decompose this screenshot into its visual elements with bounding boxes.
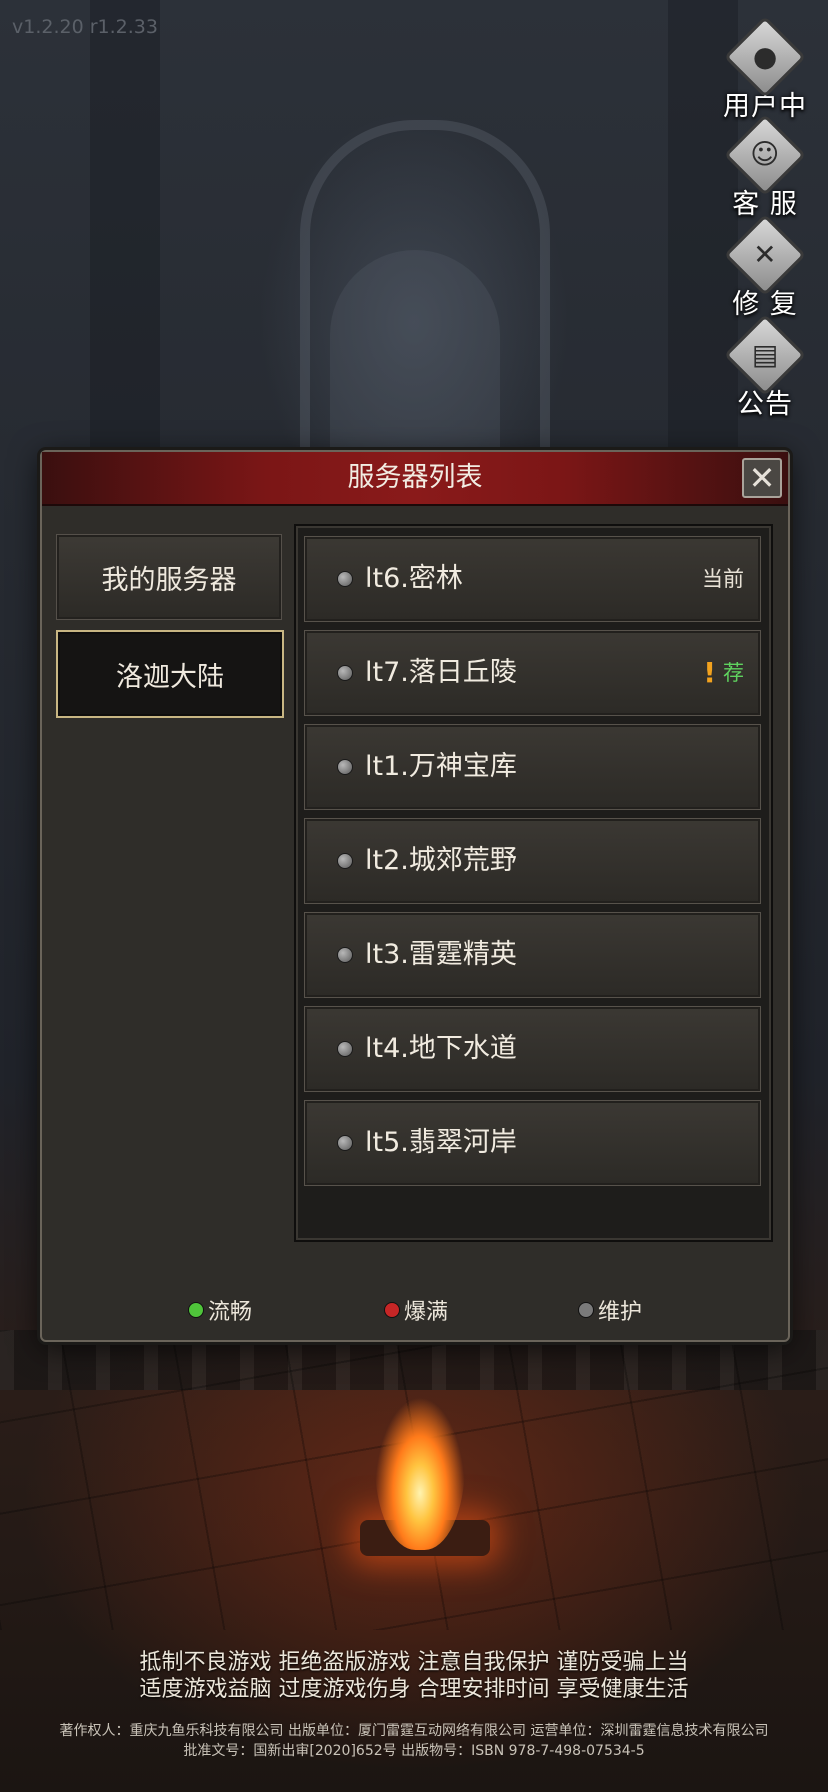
region-tab-my-servers[interactable]: 我的服务器 [56, 534, 282, 620]
user-center-button[interactable]: ● 用户中心 [710, 15, 820, 161]
new-exclamation-icon: ! [703, 656, 716, 689]
server-item[interactable]: lt5.翡翠河岸 [304, 1100, 761, 1186]
server-name: lt7.落日丘陵 [365, 657, 517, 688]
status-dot [337, 571, 353, 587]
region-tab-luojia[interactable]: 洛迦大陆 [56, 630, 284, 718]
campfire-flame [375, 1360, 465, 1550]
server-name: lt2.城郊荒野 [365, 845, 517, 876]
server-item[interactable]: lt7.落日丘陵 ! 荐 [304, 630, 761, 716]
green-dot-icon [188, 1302, 204, 1318]
current-tag: 当前 [702, 567, 744, 591]
status-dot [337, 1041, 353, 1057]
server-list[interactable]: lt6.密林 当前 lt7.落日丘陵 ! 荐 lt1.万神宝库 lt2.城郊荒野… [294, 524, 773, 1242]
health-notice-line2: 适度游戏益脑 过度游戏伤身 合理安排时间 享受健康生活 [139, 1677, 689, 1702]
status-dot [337, 853, 353, 869]
close-icon: ✕ [748, 459, 776, 497]
legend-label: 流畅 [208, 1300, 253, 1325]
server-item[interactable]: lt6.密林 当前 [304, 536, 761, 622]
legend-smooth: 流畅 [188, 1294, 252, 1326]
status-dot [337, 1135, 353, 1151]
notice-button[interactable]: ▤ 公告 [710, 313, 820, 422]
copyright-line2: 批准文号：国新出审[2020]652号 出版物号：ISBN 978-7-498-… [183, 1743, 645, 1759]
server-item[interactable]: lt2.城郊荒野 [304, 818, 761, 904]
panel-title: 服务器列表 [347, 462, 483, 493]
background-pillar [90, 0, 160, 460]
legend-label: 爆满 [404, 1300, 449, 1325]
copyright-line1: 著作权人：重庆九鱼乐科技有限公司 出版单位：厦门雷霆互动网络有限公司 运营单位：… [59, 1723, 769, 1739]
recommended-tag: 荐 [723, 661, 744, 685]
status-dot [337, 759, 353, 775]
server-list-panel: 服务器列表 ✕ 我的服务器 洛迦大陆 lt6.密林 当前 lt7.落日丘陵 ! … [40, 450, 790, 1342]
version-label: v1.2.20 r1.2.33 [12, 16, 158, 38]
customer-service-button[interactable]: ☺ 客 服 [710, 113, 820, 222]
legend-maintenance: 维护 [578, 1294, 642, 1326]
repair-button[interactable]: ✕ 修 复 [710, 213, 820, 322]
gray-dot-icon [578, 1302, 594, 1318]
status-dot [337, 947, 353, 963]
close-button[interactable]: ✕ [742, 458, 782, 498]
status-dot [337, 665, 353, 681]
red-dot-icon [384, 1302, 400, 1318]
server-name: lt6.密林 [365, 563, 463, 594]
server-name: lt5.翡翠河岸 [365, 1127, 517, 1158]
server-item[interactable]: lt3.雷霆精英 [304, 912, 761, 998]
server-name: lt4.地下水道 [365, 1033, 517, 1064]
server-name: lt3.雷霆精英 [365, 939, 517, 970]
background-doorway [330, 250, 500, 480]
server-name: lt1.万神宝库 [365, 751, 517, 782]
legend-label: 维护 [598, 1300, 643, 1325]
server-item[interactable]: lt4.地下水道 [304, 1006, 761, 1092]
server-item[interactable]: lt1.万神宝库 [304, 724, 761, 810]
legend-full: 爆满 [384, 1294, 448, 1326]
